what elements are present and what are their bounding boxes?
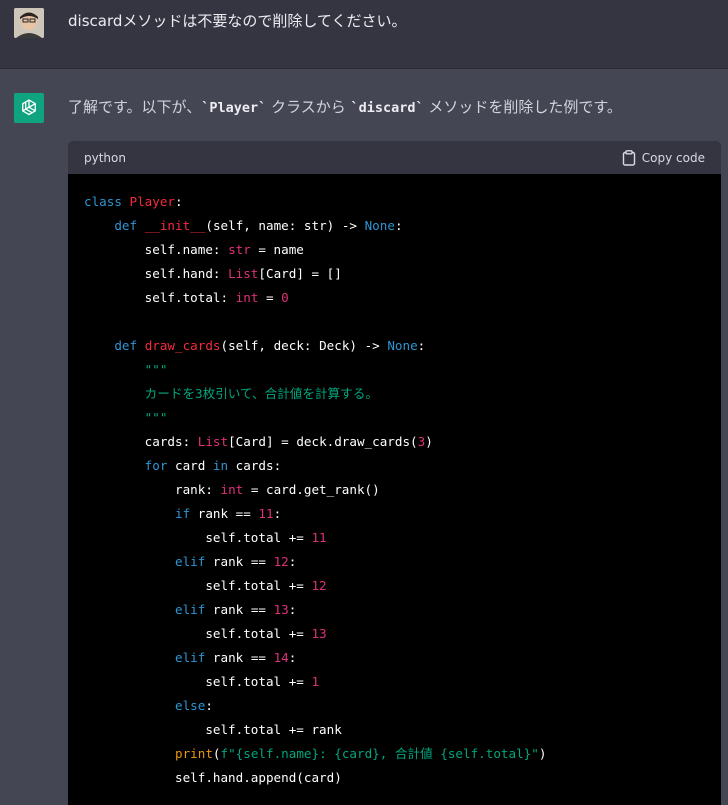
- user-avatar: [14, 8, 44, 38]
- copy-code-label: Copy code: [641, 150, 705, 165]
- intro-code-player: `Player`: [201, 100, 267, 116]
- code-language-label: python: [84, 150, 126, 165]
- clipboard-icon: [622, 149, 635, 166]
- intro-prefix: 了解です。以下が、: [68, 98, 202, 116]
- intro-code-discard: `discard`: [350, 100, 424, 116]
- code-header: python Copy code: [68, 141, 721, 174]
- user-message-text: discardメソッドは不要なので削除してください。: [68, 12, 407, 30]
- intro-suffix: メソッドを削除した例です。: [423, 98, 622, 116]
- code-block: python Copy code class Player: def __ini…: [68, 141, 721, 805]
- user-avatar-icon: [14, 8, 44, 38]
- assistant-message-row: 了解です。以下が、`Player` クラスから `discard` メソッドを削…: [0, 69, 728, 805]
- assistant-message-text: 了解です。以下が、`Player` クラスから `discard` メソッドを削…: [68, 96, 622, 119]
- chatgpt-logo-icon: [14, 93, 44, 123]
- code-content: class Player: def __init__(self, name: s…: [84, 194, 547, 785]
- user-message-row: discardメソッドは不要なので削除してください。: [0, 0, 728, 69]
- intro-middle: クラスから: [266, 98, 351, 116]
- copy-code-button[interactable]: Copy code: [622, 149, 705, 166]
